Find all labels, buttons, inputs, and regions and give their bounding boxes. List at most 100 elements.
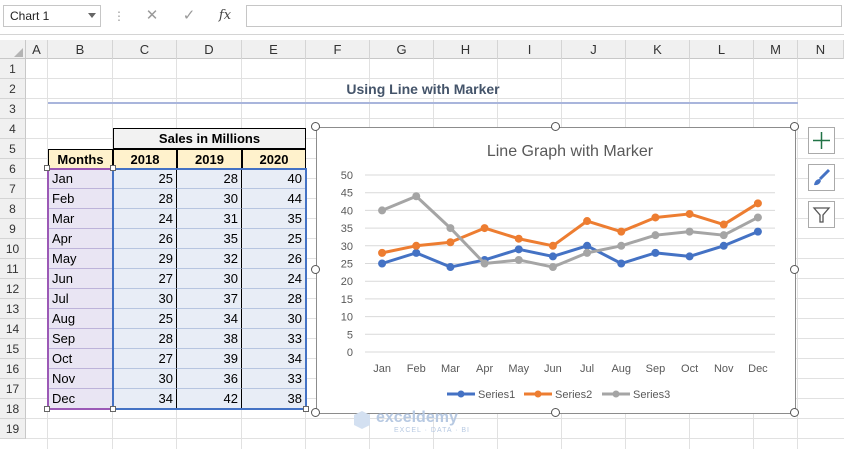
- column-header-l[interactable]: L: [690, 40, 754, 59]
- selection-handle[interactable]: [303, 406, 309, 412]
- x-tick-label: Jun: [544, 363, 562, 375]
- chart-styles-button[interactable]: [808, 164, 835, 191]
- row-header-17[interactable]: 17: [0, 379, 26, 399]
- column-header-i[interactable]: I: [498, 40, 562, 59]
- legend-marker: [534, 390, 542, 398]
- column-header-j[interactable]: J: [562, 40, 626, 59]
- column-header-a[interactable]: A: [26, 40, 48, 59]
- row-header-10[interactable]: 10: [0, 239, 26, 259]
- chart-resize-handle[interactable]: [790, 122, 799, 131]
- sheet-heading: Using Line with Marker: [346, 81, 500, 97]
- chart-resize-handle[interactable]: [311, 122, 320, 131]
- months-range-selection: [47, 168, 114, 410]
- row-header-6[interactable]: 6: [0, 159, 26, 179]
- column-header-e[interactable]: E: [242, 40, 306, 59]
- year-header-2018[interactable]: 2018: [113, 149, 177, 169]
- y-tick-label: 25: [341, 259, 353, 271]
- x-tick-label: Aug: [611, 363, 631, 375]
- row-header-13[interactable]: 13: [0, 299, 26, 319]
- column-header-n[interactable]: N: [798, 40, 844, 59]
- data-point-marker: [514, 255, 523, 264]
- column-header-f[interactable]: F: [306, 40, 370, 59]
- row-header-18[interactable]: 18: [0, 399, 26, 419]
- row-header-7[interactable]: 7: [0, 179, 26, 199]
- x-tick-label: Mar: [441, 363, 460, 375]
- row-header-16[interactable]: 16: [0, 359, 26, 379]
- column-header-b[interactable]: B: [48, 40, 113, 59]
- months-header[interactable]: Months: [48, 149, 113, 169]
- y-tick-label: 40: [341, 205, 353, 217]
- chart-resize-handle[interactable]: [311, 265, 320, 274]
- row-gridline: [26, 438, 844, 439]
- data-point-marker: [446, 238, 455, 247]
- row-header-5[interactable]: 5: [0, 139, 26, 159]
- row-header-2[interactable]: 2: [0, 79, 26, 99]
- selection-handle[interactable]: [44, 406, 50, 412]
- line-chart[interactable]: Line Graph with Marker 0 5 10 15 20 25 30 35 40 45…: [316, 127, 796, 414]
- selection-handle[interactable]: [110, 406, 116, 412]
- chart-resize-handle[interactable]: [790, 408, 799, 417]
- chart-elements-icon: [813, 132, 830, 149]
- select-all-button[interactable]: [0, 40, 26, 59]
- drag-dots-icon[interactable]: ⋮: [113, 8, 125, 24]
- selection-handle[interactable]: [110, 165, 116, 171]
- row-header-14[interactable]: 14: [0, 319, 26, 339]
- chart-filters-button[interactable]: [808, 201, 835, 228]
- year-header-2019[interactable]: 2019: [177, 149, 242, 169]
- data-point-marker: [617, 259, 626, 268]
- chart-resize-handle[interactable]: [790, 265, 799, 274]
- row-header-3[interactable]: 3: [0, 99, 26, 119]
- data-point-marker: [719, 220, 728, 229]
- row-header-19[interactable]: 19: [0, 419, 26, 439]
- chart-styles-icon: [814, 168, 831, 186]
- selection-handle[interactable]: [44, 165, 50, 171]
- column-header-h[interactable]: H: [434, 40, 498, 59]
- column-header-m[interactable]: M: [754, 40, 798, 59]
- y-tick-label: 0: [347, 347, 353, 359]
- formula-input[interactable]: [246, 5, 842, 27]
- row-header-12[interactable]: 12: [0, 279, 26, 299]
- data-point-marker: [753, 213, 762, 222]
- data-point-marker: [412, 192, 421, 201]
- column-header-d[interactable]: D: [177, 40, 242, 59]
- chart-elements-button[interactable]: [808, 127, 835, 154]
- row-header-4[interactable]: 4: [0, 119, 26, 139]
- insert-function-icon[interactable]: fx: [214, 5, 236, 27]
- data-point-marker: [583, 248, 592, 257]
- data-point-marker: [548, 252, 557, 261]
- row-header-9[interactable]: 9: [0, 219, 26, 239]
- enter-icon[interactable]: ✓: [178, 5, 200, 27]
- column-header-g[interactable]: G: [370, 40, 434, 59]
- chevron-down-icon[interactable]: [88, 13, 96, 18]
- column-header-bar: ABCDEFGHIJKLMN: [0, 40, 844, 59]
- legend-marker: [457, 390, 465, 398]
- chart-resize-handle[interactable]: [550, 408, 560, 417]
- chart-filters-icon: [812, 207, 831, 223]
- x-tick-label: Sep: [646, 363, 666, 375]
- column-header-k[interactable]: K: [626, 40, 690, 59]
- row-header-8[interactable]: 8: [0, 199, 26, 219]
- sales-group-header[interactable]: Sales in Millions: [113, 128, 306, 149]
- row-header-15[interactable]: 15: [0, 339, 26, 359]
- data-point-marker: [583, 241, 592, 250]
- row-gridline: [26, 98, 844, 99]
- row-gridline: [26, 118, 844, 119]
- cancel-icon[interactable]: ✕: [141, 5, 163, 27]
- row-header-1[interactable]: 1: [0, 59, 26, 79]
- y-tick-label: 20: [341, 276, 353, 288]
- data-point-marker: [685, 227, 694, 236]
- data-point-marker: [617, 241, 626, 250]
- chart-resize-handle[interactable]: [550, 122, 560, 131]
- data-point-marker: [583, 217, 592, 226]
- y-tick-label: 45: [341, 188, 353, 200]
- row-header-11[interactable]: 11: [0, 259, 26, 279]
- data-point-marker: [719, 241, 728, 250]
- legend-label: Series2: [555, 389, 592, 401]
- x-tick-label: May: [508, 363, 529, 375]
- name-box[interactable]: Chart 1: [3, 5, 101, 27]
- select-all-icon: [14, 48, 23, 57]
- data-point-marker: [685, 209, 694, 218]
- column-header-c[interactable]: C: [113, 40, 177, 59]
- year-header-2020[interactable]: 2020: [242, 149, 306, 169]
- chart-resize-handle[interactable]: [311, 408, 320, 417]
